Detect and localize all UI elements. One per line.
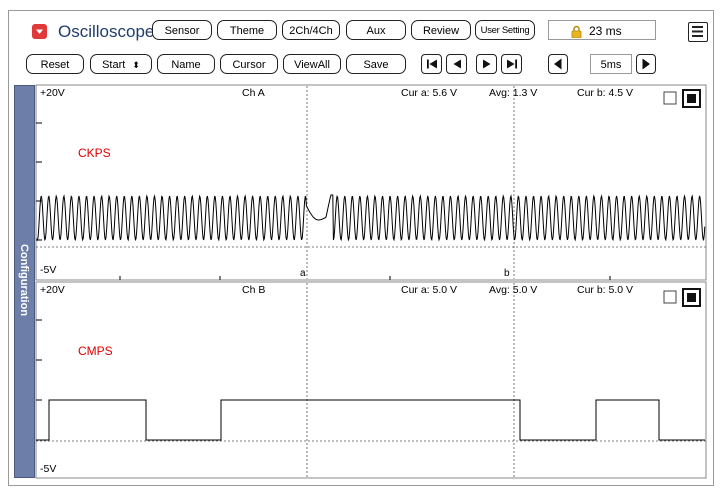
channel-b-signal-label: CMPS: [78, 344, 113, 358]
channel-a-ymax: +20V: [40, 87, 65, 99]
channel-a-avg: Avg: 1.3 V: [489, 87, 537, 99]
channel-b-name: Ch B: [242, 284, 265, 296]
channel-a-checkbox[interactable]: [663, 91, 677, 105]
cursor-b-marker: b: [504, 268, 510, 279]
channel-b-cur-b: Cur b: 5.0 V: [577, 284, 633, 296]
channel-b-toggle-icon[interactable]: [682, 288, 701, 307]
channel-a-cur-b: Cur b: 4.5 V: [577, 87, 633, 99]
channel-a-panel: [35, 84, 707, 281]
channel-b-panel: [35, 281, 707, 479]
channel-b-ymin: -5V: [40, 463, 56, 475]
channel-a-ymin: -5V: [40, 264, 56, 276]
channel-b-cur-a: Cur a: 5.0 V: [401, 284, 457, 296]
channel-b-ymax: +20V: [40, 284, 65, 296]
cursor-a-marker: a: [300, 268, 306, 279]
channel-b-checkbox[interactable]: [663, 290, 677, 304]
channel-b-avg: Avg: 5.0 V: [489, 284, 537, 296]
channel-a-signal-label: CKPS: [78, 146, 111, 160]
channel-a-cur-a: Cur a: 5.6 V: [401, 87, 457, 99]
channel-a-name: Ch A: [242, 87, 265, 99]
channel-a-toggle-icon[interactable]: [682, 89, 701, 108]
scope-display: +20V -5V Ch A Cur a: 5.6 V Avg: 1.3 V Cu…: [35, 84, 707, 479]
